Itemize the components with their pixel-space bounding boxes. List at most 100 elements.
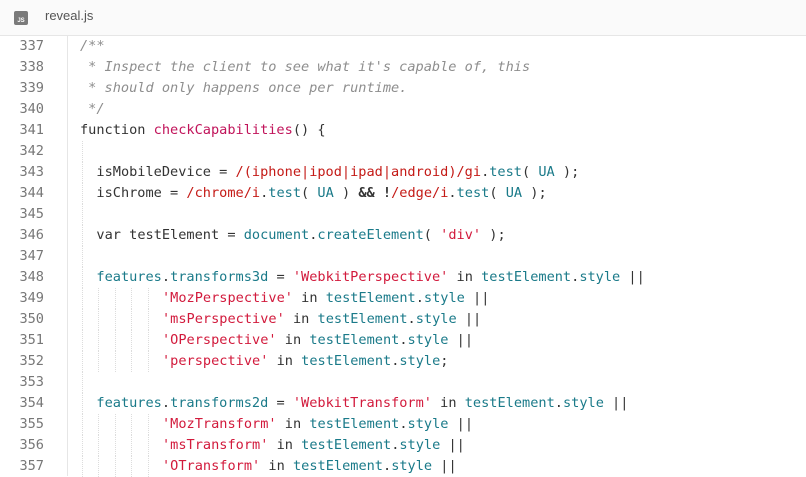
line-number[interactable]: 357 <box>0 456 44 477</box>
code-line: 354 features.transforms2d = 'WebkitTransf… <box>0 393 806 414</box>
indent-guide <box>98 414 100 435</box>
line-number[interactable]: 347 <box>0 246 44 267</box>
indent-guide <box>82 225 83 246</box>
code-token: in <box>448 269 482 285</box>
indent-guide <box>131 288 133 309</box>
code-line: 343 isMobileDevice = /(iphone|ipod|ipad|a… <box>0 162 806 183</box>
line-number[interactable]: 343 <box>0 162 44 183</box>
line-number[interactable]: 351 <box>0 330 44 351</box>
code-token: . <box>161 395 171 411</box>
line-number[interactable]: 346 <box>0 225 44 246</box>
code-token: style <box>391 458 433 474</box>
indent-guide <box>98 351 100 372</box>
code-token: style <box>415 311 457 327</box>
code-text: 'msPerspective' in testElement.style || <box>162 309 481 330</box>
code-token: ( <box>301 185 318 201</box>
code-token: . <box>415 290 424 306</box>
line-number[interactable]: 338 <box>0 57 44 78</box>
code-token: 'MozTransform' <box>162 416 277 432</box>
code-line: 341 function checkCapabilities() { <box>0 120 806 141</box>
code-text: features.transforms2d = 'WebkitTransform… <box>96 393 628 414</box>
code-text: 'OPerspective' in testElement.style || <box>162 330 473 351</box>
indent-guide <box>82 414 83 435</box>
indent-guide <box>114 456 116 477</box>
indent-guide <box>114 288 116 309</box>
code-token: || <box>464 290 490 306</box>
indent-guide <box>82 267 83 288</box>
code-token: function <box>80 122 154 138</box>
code-token: || <box>603 395 629 411</box>
file-name[interactable]: reveal.js <box>45 8 93 23</box>
code-token: document <box>243 227 310 243</box>
code-token: ) <box>333 185 359 201</box>
code-line: 351 'OPerspective' in testElement.style |… <box>0 330 806 351</box>
code-token: UA <box>505 185 523 201</box>
indent-guide <box>147 435 149 456</box>
code-token: * Inspect the client to see what it's ca… <box>80 59 531 75</box>
indent-guide <box>131 330 133 351</box>
line-number[interactable]: 354 <box>0 393 44 414</box>
code-text: features.transforms3d = 'WebkitPerspecti… <box>96 267 644 288</box>
line-number[interactable]: 339 <box>0 78 44 99</box>
code-token: createElement <box>317 227 424 243</box>
code-token: = <box>268 269 293 285</box>
indent-guide <box>82 456 83 477</box>
line-number[interactable]: 356 <box>0 435 44 456</box>
code-token: style <box>407 416 449 432</box>
js-file-icon-label: JS <box>17 18 25 24</box>
line-number[interactable]: 353 <box>0 372 44 393</box>
line-number[interactable]: 337 <box>0 36 44 57</box>
indent-guide <box>82 393 83 414</box>
code-token: 'WebkitPerspective' <box>292 269 449 285</box>
code-token: style <box>423 290 465 306</box>
line-number[interactable]: 348 <box>0 267 44 288</box>
line-number[interactable]: 349 <box>0 288 44 309</box>
line-number[interactable]: 345 <box>0 204 44 225</box>
indent-guide <box>147 351 149 372</box>
line-number[interactable]: 350 <box>0 309 44 330</box>
code-token: testElement <box>301 353 392 369</box>
code-token: testElement <box>292 458 383 474</box>
code-line: 357 'OTransform' in testElement.style || <box>0 456 806 477</box>
code-token: testElement <box>464 395 555 411</box>
code-line: 344 isChrome = /chrome/i.test( UA ) && !/… <box>0 183 806 204</box>
indent-guide <box>82 330 83 351</box>
line-number[interactable]: 344 <box>0 183 44 204</box>
code-token: 'div' <box>440 227 482 243</box>
code-token: || <box>432 458 457 474</box>
indent-guide <box>114 309 116 330</box>
indent-guide <box>147 456 149 477</box>
code-token: testElement <box>309 332 400 348</box>
code-token: testElement <box>481 269 572 285</box>
indent-guide <box>131 414 133 435</box>
code-token: style <box>407 332 449 348</box>
line-number[interactable]: 341 <box>0 120 44 141</box>
line-number[interactable]: 355 <box>0 414 44 435</box>
indent-guide <box>114 330 116 351</box>
code-token: ! <box>382 185 392 201</box>
indent-guide <box>82 246 83 267</box>
indent-guide <box>82 351 83 372</box>
code-token: testElement <box>301 437 392 453</box>
code-token: 'msPerspective' <box>162 311 285 327</box>
code-token: ); <box>522 185 547 201</box>
indent-guide <box>114 414 116 435</box>
indent-guide <box>82 183 83 204</box>
code-token: * should only happens once per runtime. <box>80 80 408 96</box>
code-token: UA <box>317 185 334 201</box>
code-line: 337 /** <box>0 36 806 57</box>
code-token: in <box>431 395 465 411</box>
code-token: || <box>620 269 645 285</box>
code-token: */ <box>80 101 105 117</box>
indent-guide <box>147 414 149 435</box>
line-number[interactable]: 352 <box>0 351 44 372</box>
indent-guide <box>82 435 83 456</box>
code-token: 'MozPerspective' <box>162 290 293 306</box>
code-token: testElement = <box>129 227 244 243</box>
line-number[interactable]: 342 <box>0 141 44 162</box>
indent-guide <box>82 309 83 330</box>
code-editor[interactable]: 337 /** 338 * Inspect the client to see wh… <box>0 36 806 477</box>
line-number[interactable]: 340 <box>0 99 44 120</box>
code-token: in <box>268 437 302 453</box>
